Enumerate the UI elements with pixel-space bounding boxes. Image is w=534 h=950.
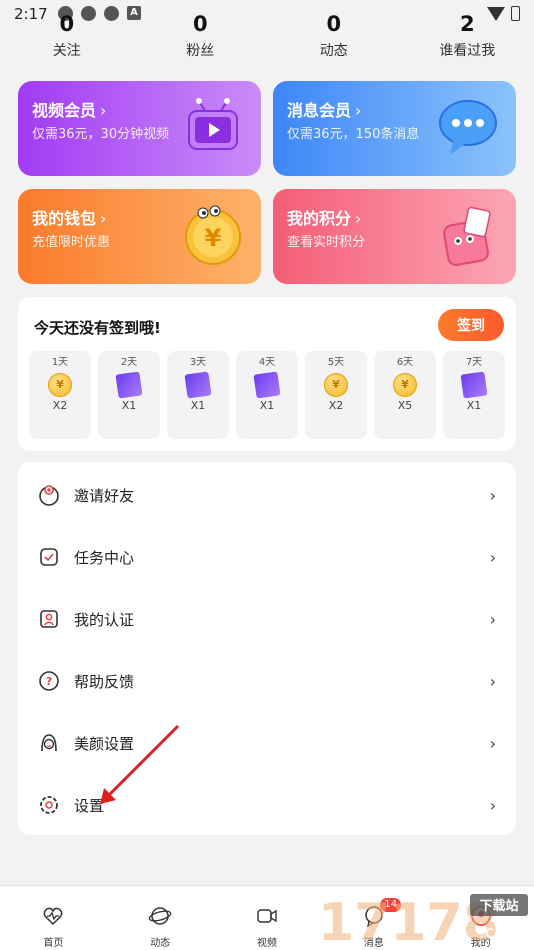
signin-days: 1天 ¥ X2 2天 X1 3天 X1 4天 X1 5天 ¥ X2 6天 ¥ X… [29,351,505,439]
menu-label: 邀请好友 [74,486,135,505]
stat-count: 2 [459,12,475,36]
menu-label: 任务中心 [74,548,135,567]
day-label: 5天 [327,357,345,368]
signin-panel: 今天还没有签到哦! 签到 1天 ¥ X2 2天 X1 3天 X1 4天 X1 5… [18,297,516,451]
stat-label: 关注 [52,43,81,59]
card-subtitle: 充值限时优惠 [32,235,111,250]
chevron-right-icon: › [489,547,496,567]
beauty-icon [41,734,57,752]
svg-text:下载站: 下载站 [479,898,518,914]
tab-video[interactable]: 视频 [214,886,321,950]
menu-label: 帮助反馈 [74,672,135,691]
stat-count: 0 [326,12,342,36]
day-multiplier: X5 [397,399,413,412]
day-label: 4天 [258,357,276,368]
ticket-icon [253,371,281,399]
help-icon: ? [39,671,59,691]
card-title: 我的积分 › [287,209,362,228]
menu-item-help[interactable]: ? 帮助反馈 › [18,650,516,712]
signin-day: 4天 X1 [236,351,298,439]
card-subtitle: 查看实时积分 [287,235,366,250]
task-icon [40,548,58,566]
signin-day: 6天 ¥ X5 [374,351,436,439]
tab-moments[interactable]: 动态 [107,886,214,950]
menu-item-invite[interactable]: 邀请好友 › [18,464,516,526]
gear-icon [40,796,58,814]
verify-icon [40,610,58,628]
day-label: 1天 [51,357,69,368]
chevron-right-icon: › [489,485,496,505]
coin-icon: ¥ [393,373,417,397]
stat-count: 0 [192,12,208,36]
card-title: 我的钱包 › [32,209,107,228]
signin-day: 5天 ¥ X2 [305,351,367,439]
signin-day: 2天 X1 [98,351,160,439]
annotation-arrow [100,724,180,804]
menu-item-tasks[interactable]: 任务中心 › [18,526,516,588]
signin-day: 3天 X1 [167,351,229,439]
day-multiplier: X2 [328,399,344,412]
stat-fans[interactable]: 0 粉丝 [134,12,268,60]
day-multiplier: X1 [466,399,482,412]
day-multiplier: X1 [259,399,275,412]
signin-day: 7天 X1 [443,351,505,439]
chevron-right-icon: › [489,671,496,691]
tab-home[interactable]: 首页 [0,886,107,950]
tab-label: 首页 [43,938,64,949]
card-subtitle: 仅需36元，150条消息 [287,127,420,142]
stat-label: 粉丝 [186,43,215,59]
stat-count: 0 [59,12,75,36]
stat-label: 动态 [319,43,348,59]
video-icon [257,909,277,923]
signin-day: 1天 ¥ X2 [29,351,91,439]
day-multiplier: X2 [52,399,68,412]
coin-icon: ¥ [185,205,241,265]
chevron-right-icon: › [489,795,496,815]
stat-moments[interactable]: 0 动态 [267,12,401,60]
tab-label: 视频 [256,938,277,949]
signin-button[interactable]: 签到 [438,309,504,341]
tab-label: 动态 [150,938,171,949]
coin-icon: ¥ [48,373,72,397]
stat-following[interactable]: 0 关注 [0,12,134,60]
ticket-icon [115,371,143,399]
stat-visitors[interactable]: 2 谁看过我 [401,12,534,60]
coin-icon: ¥ [324,373,348,397]
message-membership-card[interactable]: 消息会员 › 仅需36元，150条消息 [273,81,516,176]
card-title: 视频会员 › [32,101,107,120]
menu-label: 我的认证 [74,610,135,629]
day-multiplier: X1 [121,399,137,412]
signin-title: 今天还没有签到哦! [34,319,161,337]
watermark-logo: 17178 下载站 .COM [318,893,528,948]
day-label: 2天 [120,357,138,368]
svg-text:?: ? [46,675,52,688]
chevron-right-icon: › [489,609,496,629]
moment-icon [148,907,172,925]
svg-text:.COM: .COM [480,927,518,942]
ticket-icon [184,371,212,399]
chat-bubble-icon [439,100,497,155]
day-label: 7天 [465,357,483,368]
card-title: 消息会员 › [287,101,362,120]
tv-icon [188,98,238,150]
day-multiplier: X1 [190,399,206,412]
day-label: 3天 [189,357,207,368]
day-label: 6天 [396,357,414,368]
profile-stats: 0 关注 0 粉丝 0 动态 2 谁看过我 [0,12,534,60]
ticket-icon [460,371,488,399]
gift-bag-icon [443,206,491,266]
chevron-right-icon: › [489,733,496,753]
card-subtitle: 仅需36元，30分钟视频 [32,127,170,142]
home-icon [43,907,63,926]
video-membership-card[interactable]: 视频会员 › 仅需36元，30分钟视频 [18,81,261,176]
stat-label: 谁看过我 [439,43,496,59]
invite-icon [39,485,59,506]
points-card[interactable]: 我的积分 › 查看实时积分 [273,189,516,284]
wallet-card[interactable]: 我的钱包 › 充值限时优惠 ¥ [18,189,261,284]
menu-item-verify[interactable]: 我的认证 › [18,588,516,650]
svg-text:¥: ¥ [205,224,222,252]
